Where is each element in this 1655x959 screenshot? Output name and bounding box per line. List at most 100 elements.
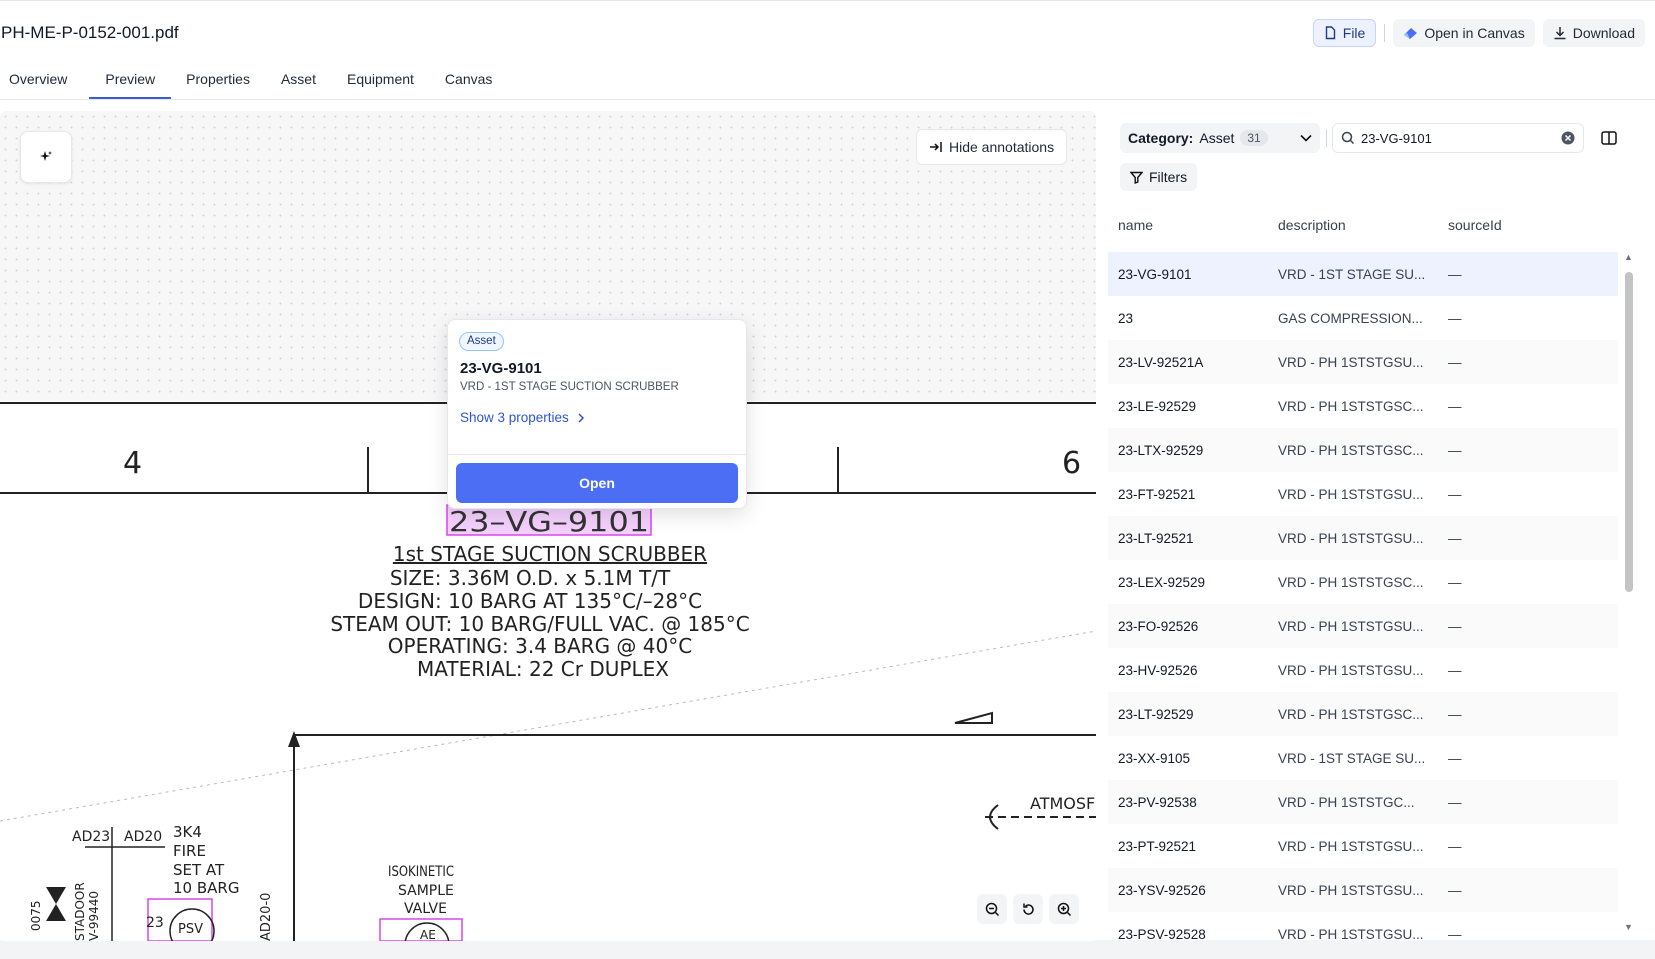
table-row[interactable]: 23-FO-92526 VRD - PH 1STSTGSU... — — [1108, 604, 1618, 648]
drawing-label-sample: SAMPLE — [398, 883, 454, 899]
row-description: GAS COMPRESSION... — [1278, 310, 1423, 326]
row-sourceid: — — [1448, 750, 1462, 766]
show-properties-link[interactable]: Show 3 properties — [460, 410, 585, 425]
column-header-sourceid[interactable]: sourceId — [1448, 217, 1618, 233]
chevron-right-icon — [578, 412, 584, 423]
table-row[interactable]: 23-PSV-92528 VRD - PH 1STSTGSU... — — [1108, 912, 1618, 956]
table-row[interactable]: 23-YSV-92526 VRD - PH 1STSTGSU... — — [1108, 868, 1618, 912]
row-sourceid: — — [1448, 662, 1462, 678]
row-description: VRD - PH 1STSTGSU... — [1278, 882, 1424, 898]
category-select[interactable]: Category: Asset 31 — [1120, 123, 1320, 153]
table-row[interactable]: 23-LEX-92529 VRD - PH 1STSTGSC... — — [1108, 560, 1618, 604]
table-row[interactable]: 23-LTX-92529 VRD - PH 1STSTGSC... — — [1108, 428, 1618, 472]
drawing-label-set-at: SET AT — [173, 861, 225, 879]
drawing-line-3: STEAM OUT: 10 BARG/FULL VAC. @ 185°C — [330, 612, 749, 636]
tab-properties[interactable]: Properties — [177, 69, 266, 99]
row-description: VRD - PH 1STSTGSC... — [1278, 706, 1424, 722]
file-button[interactable]: File — [1312, 19, 1377, 47]
filters-label: Filters — [1149, 169, 1188, 185]
table-row[interactable]: 23 GAS COMPRESSION... — — [1108, 296, 1618, 340]
row-name: 23-FT-92521 — [1118, 486, 1196, 502]
document-viewer[interactable]: 4 6 23–VG–9101 1st STAGE SUCTION SCRUBBE… — [0, 111, 1096, 941]
row-sourceid: — — [1448, 442, 1462, 458]
category-value: Asset — [1199, 130, 1235, 146]
row-sourceid: — — [1448, 354, 1462, 370]
scroll-down-arrow-icon[interactable]: ▼ — [1624, 922, 1633, 932]
drawing-label-atmos: ATMOSF — [1030, 794, 1095, 813]
row-name: 23-YSV-92526 — [1118, 882, 1206, 898]
table-scrollbar[interactable]: ▲ ▼ — [1622, 252, 1636, 932]
table-row[interactable]: 23-PV-92538 VRD - PH 1STSTGC... — — [1108, 780, 1618, 824]
row-sourceid: — — [1448, 266, 1462, 282]
tab-bar: Overview Preview Properties Asset Equipm… — [0, 69, 514, 99]
download-button[interactable]: Download — [1542, 19, 1645, 47]
row-description: VRD - PH 1STSTGSU... — [1278, 486, 1424, 502]
toggle-columns-button[interactable] — [1594, 123, 1624, 153]
tab-preview[interactable]: Preview — [89, 69, 172, 99]
clear-search-icon[interactable] — [1561, 131, 1575, 145]
drawing-label-v99440: V-99440 — [87, 891, 101, 941]
tab-canvas[interactable]: Canvas — [436, 69, 508, 99]
table-row[interactable]: 23-LT-92521 VRD - PH 1STSTGSU... — — [1108, 516, 1618, 560]
column-header-description[interactable]: description — [1278, 217, 1448, 233]
zoom-in-icon — [1057, 902, 1071, 916]
scroll-up-arrow-icon[interactable]: ▲ — [1624, 252, 1633, 262]
drawing-line-2: DESIGN: 10 BARG AT 135°C/–28°C — [358, 589, 702, 613]
row-name: 23-XX-9105 — [1118, 750, 1191, 766]
popover-subtitle: VRD - 1ST STAGE SUCTION SCRUBBER — [460, 381, 679, 393]
ai-assist-button[interactable] — [20, 131, 72, 183]
drawing-label-stadoor: STADOOR — [73, 882, 87, 941]
row-name: 23-LTX-92529 — [1118, 442, 1204, 458]
drawing-label-ae: AE — [420, 928, 436, 941]
row-name: 23-HV-92526 — [1118, 662, 1198, 678]
table-row[interactable]: 23-FT-92521 VRD - PH 1STSTGSU... — — [1108, 472, 1618, 516]
table-row[interactable]: 23-LT-92529 VRD - PH 1STSTGSC... — — [1108, 692, 1618, 736]
drawing-line-1: SIZE: 3.36M O.D. x 5.1M T/T — [390, 566, 671, 590]
scroll-thumb[interactable] — [1625, 272, 1633, 592]
column-header-name[interactable]: name — [1108, 217, 1278, 233]
hide-annotations-button[interactable]: Hide annotations — [916, 129, 1068, 165]
download-icon — [1554, 27, 1566, 40]
asset-chip: Asset — [459, 332, 504, 351]
row-name: 23-PT-92521 — [1118, 838, 1197, 854]
table-row[interactable]: 23-HV-92526 VRD - PH 1STSTGSU... — — [1108, 648, 1618, 692]
table-header: name description sourceId — [1108, 209, 1628, 241]
row-sourceid: — — [1448, 486, 1462, 502]
tab-asset[interactable]: Asset — [272, 69, 332, 99]
annotation-panel: Category: Asset 31 Filters name descript… — [1108, 111, 1655, 942]
open-asset-button[interactable]: Open — [456, 463, 738, 503]
tab-equipment[interactable]: Equipment — [338, 69, 430, 99]
row-name: 23-PSV-92528 — [1118, 926, 1206, 942]
table-row[interactable]: 23-VG-9101 VRD - 1ST STAGE SU... — — [1108, 252, 1618, 296]
zoom-in-button[interactable] — [1049, 894, 1079, 924]
drawing-label-ad23: AD23 — [72, 829, 110, 845]
table-row[interactable]: 23-XX-9105 VRD - 1ST STAGE SU... — — [1108, 736, 1618, 780]
table-row[interactable]: 23-LV-92521A VRD - PH 1STSTGSU... — — [1108, 340, 1618, 384]
drawing-tag-highlight: 23–VG–9101 — [449, 505, 649, 538]
reset-view-button[interactable] — [1013, 894, 1043, 924]
zoom-out-button[interactable] — [977, 894, 1007, 924]
tab-overview[interactable]: Overview — [0, 69, 83, 99]
drawing-label-isokinetic: ISOKINETIC — [388, 864, 454, 880]
row-sourceid: — — [1448, 838, 1462, 854]
filter-icon — [1130, 171, 1143, 184]
column-number-left: 4 — [123, 446, 142, 481]
action-separator — [1384, 24, 1386, 42]
panel-separator — [1326, 129, 1327, 147]
row-description: VRD - PH 1STSTGSU... — [1278, 354, 1424, 370]
open-in-canvas-button[interactable]: Open in Canvas — [1393, 19, 1535, 47]
search-box — [1332, 123, 1584, 153]
chevron-down-icon — [1300, 134, 1312, 142]
table-row[interactable]: 23-LE-92529 VRD - PH 1STSTGSC... — — [1108, 384, 1618, 428]
row-sourceid: — — [1448, 530, 1462, 546]
search-input[interactable] — [1361, 130, 1555, 146]
popover-divider — [448, 454, 746, 455]
row-description: VRD - PH 1STSTGSC... — [1278, 574, 1424, 590]
top-actions: File Open in Canvas Download — [1312, 19, 1645, 47]
table-row[interactable]: 23-PT-92521 VRD - PH 1STSTGSU... — — [1108, 824, 1618, 868]
filters-button[interactable]: Filters — [1120, 163, 1198, 191]
drawing-label-fire: FIRE — [173, 842, 206, 860]
drawing-label-valve: VALVE — [404, 901, 447, 917]
category-count-badge: 31 — [1240, 130, 1268, 146]
row-name: 23-VG-9101 — [1118, 266, 1192, 282]
